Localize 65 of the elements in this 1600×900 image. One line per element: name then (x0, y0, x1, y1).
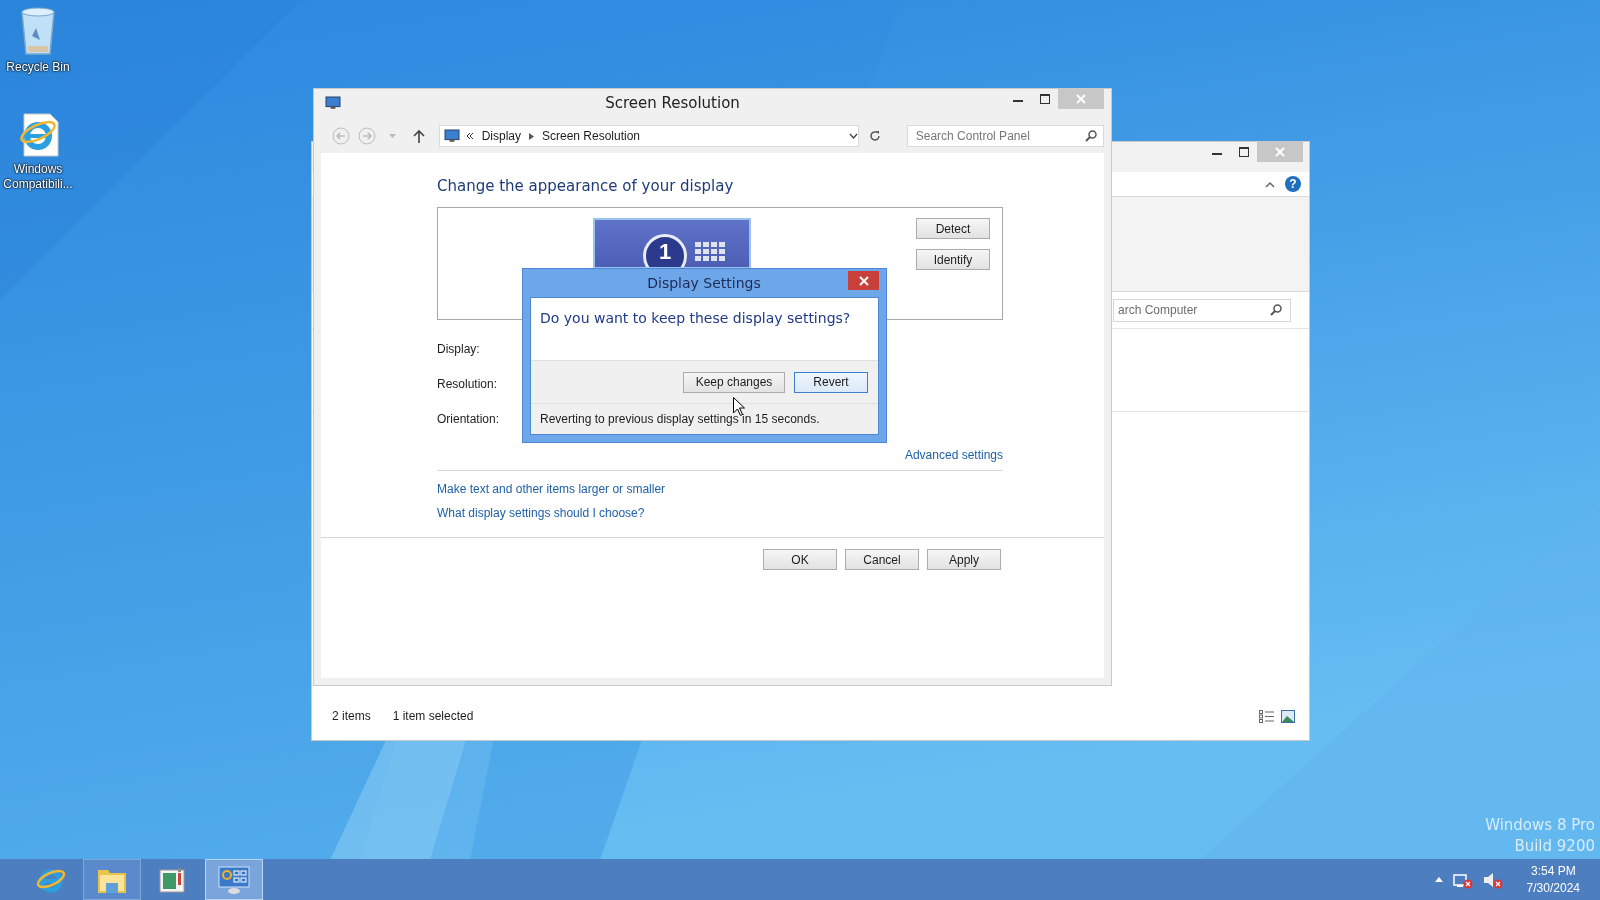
desktop-icon-label[interactable]: Windows Compatibili... (1, 162, 75, 192)
taskbar-button[interactable] (83, 859, 141, 900)
double-chevron-icon (465, 132, 474, 140)
details-view-icon[interactable] (1259, 709, 1274, 723)
field-label: Resolution: (437, 376, 498, 391)
dialog-title: Display Settings (646, 274, 762, 293)
thumbnail-view-icon[interactable] (1281, 709, 1295, 723)
up-arrow-icon (412, 129, 425, 143)
panel-button[interactable]: Identify (916, 249, 990, 270)
breadcrumb-item[interactable]: Display (479, 129, 523, 143)
close-icon (1275, 147, 1285, 157)
taskbar-button[interactable] (205, 859, 263, 900)
window-icon (159, 866, 187, 893)
clock-time: 3:54 PM (1530, 862, 1576, 880)
monitor-icon (218, 864, 250, 895)
maximize-icon (1039, 94, 1050, 104)
search-icon (1270, 304, 1282, 316)
monitor-number: 1 (643, 234, 687, 267)
build-number: Build 9200 (1514, 837, 1595, 855)
item-count: 2 items (332, 709, 371, 723)
cursor-icon (733, 397, 745, 416)
maximize-icon (1238, 147, 1249, 157)
search-field[interactable]: Search Control Panel (906, 125, 1104, 147)
dialog-button[interactable]: Keep changes (683, 371, 785, 393)
close-icon (858, 275, 869, 286)
clock[interactable]: 3:54 PM 7/30/2024 (1526, 862, 1580, 897)
panel-button[interactable]: Detect (916, 218, 990, 239)
caret-icon (389, 134, 397, 138)
monitor-drawing[interactable]: 1 (593, 218, 751, 269)
field-label: Display: (437, 341, 480, 356)
os-edition: Windows 8 Pro (1485, 816, 1595, 834)
monitor-icon (443, 128, 460, 144)
search-field[interactable]: arch Computer (1113, 298, 1291, 322)
selection-count: 1 item selected (392, 709, 474, 723)
dialog-button[interactable]: Revert (794, 371, 868, 393)
dialog-button[interactable]: Cancel (845, 549, 919, 570)
help-button[interactable]: ? (1285, 176, 1301, 192)
dropdown-caret-icon[interactable] (848, 133, 858, 139)
address-bar[interactable]: Display Screen Resolution (438, 125, 859, 147)
caret-icon[interactable] (1434, 877, 1443, 882)
clock-date: 7/30/2024 (1526, 879, 1580, 897)
countdown-message: Reverting to previous display settings in 15 seconds. (540, 412, 820, 426)
window-title: Screen Resolution (604, 93, 741, 114)
desktop-icon-label[interactable]: Recycle Bin (1, 60, 75, 75)
dialog-question: Do you want to keep these display settings? (539, 309, 852, 328)
search-placeholder: arch Computer (1118, 303, 1198, 317)
collapse-caret-icon[interactable] (1265, 180, 1275, 188)
monitor-icon (325, 95, 341, 111)
advanced-settings-link[interactable]: Advanced settings (904, 448, 1003, 462)
close-button[interactable] (848, 271, 879, 290)
refresh-icon (868, 130, 881, 142)
search-placeholder: Search Control Panel (915, 129, 1030, 143)
dialog-button[interactable]: OK (763, 549, 837, 570)
close-icon (1076, 94, 1086, 104)
search-icon (1084, 130, 1097, 142)
dialog-button[interactable]: Apply (927, 549, 1001, 570)
help-link[interactable]: Make text and other items larger or smaller (437, 482, 666, 496)
recycle-bin-icon[interactable] (18, 6, 58, 56)
breadcrumb-item[interactable]: Screen Resolution (540, 129, 643, 143)
grid-icon (695, 242, 727, 261)
page-heading: Change the appearance of your display (437, 176, 735, 197)
field-label: Orientation: (437, 411, 500, 426)
chevron-icon (529, 132, 534, 140)
help-link[interactable]: What display settings should I choose? (437, 506, 645, 520)
speaker-icon[interactable] (1482, 870, 1503, 889)
